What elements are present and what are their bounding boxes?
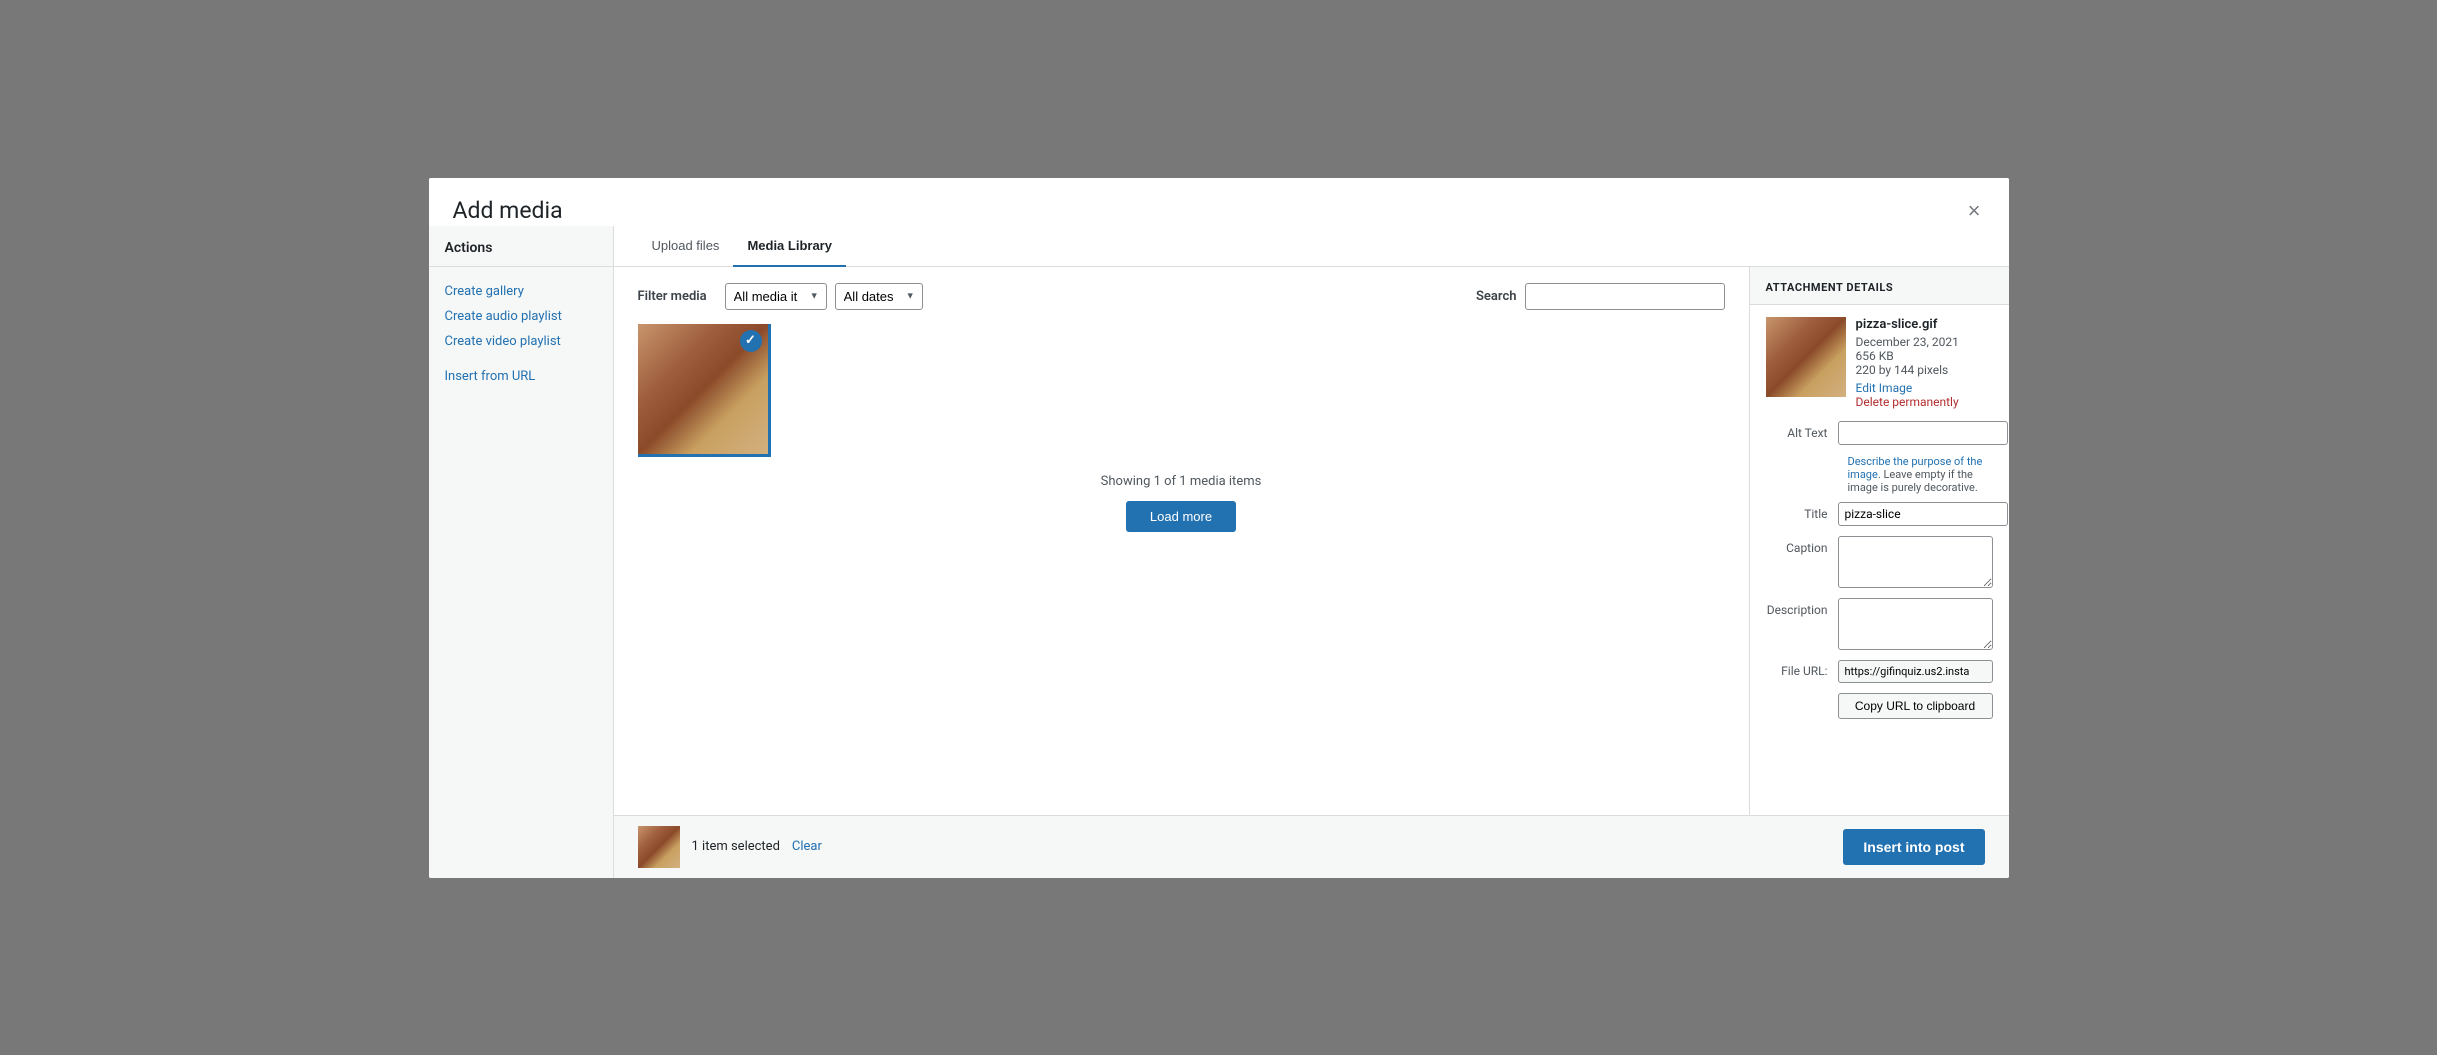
file-url-row: File URL: xyxy=(1750,660,2009,683)
media-thumb-item[interactable]: ✓ xyxy=(638,324,768,454)
filter-left: Filter media All media it All dates xyxy=(638,283,923,310)
clear-selection-link[interactable]: Clear xyxy=(792,839,822,854)
caption-row: Caption xyxy=(1766,536,1993,588)
attachment-details-header: ATTACHMENT DETAILS xyxy=(1750,267,2009,305)
edit-image-link[interactable]: Edit Image xyxy=(1856,381,1993,395)
file-url-label: File URL: xyxy=(1766,664,1838,678)
attachment-preview-row: pizza-slice.gif December 23, 2021 656 KB… xyxy=(1750,305,2009,421)
filter-label: Filter media xyxy=(638,289,707,304)
search-input[interactable] xyxy=(1525,283,1725,310)
sidebar-nav: Create gallery Create audio playlist Cre… xyxy=(429,267,613,401)
insert-into-post-button[interactable]: Insert into post xyxy=(1843,829,1984,865)
showing-label: Showing 1 of 1 media items xyxy=(638,474,1725,489)
close-button[interactable]: × xyxy=(1964,196,1985,226)
grid-thumbs: ✓ xyxy=(638,324,1725,454)
sidebar-actions-label: Actions xyxy=(429,226,613,267)
attachment-filename: pizza-slice.gif xyxy=(1856,317,1993,332)
alt-text-row: Alt Text xyxy=(1766,421,1993,445)
all-media-select[interactable]: All media it xyxy=(725,283,827,310)
attachment-fields: Alt Text Describe the purpose of the ima… xyxy=(1750,421,2009,660)
tab-upload-files[interactable]: Upload files xyxy=(638,226,734,267)
title-row: Title xyxy=(1766,502,1993,526)
attachment-dimensions: 220 by 144 pixels xyxy=(1856,363,1993,377)
tabs-bar: Upload files Media Library xyxy=(614,226,2009,267)
media-grid-area: Filter media All media it All dates xyxy=(614,267,1749,815)
all-dates-select[interactable]: All dates xyxy=(835,283,923,310)
selected-thumbnail-image xyxy=(638,826,680,868)
sidebar-item-create-video-playlist[interactable]: Create video playlist xyxy=(429,329,613,354)
attachment-thumbnail xyxy=(1766,317,1846,397)
attachment-size: 656 KB xyxy=(1856,349,1993,363)
selected-thumbnail xyxy=(638,826,680,868)
description-label: Description xyxy=(1766,598,1838,617)
attachment-info: pizza-slice.gif December 23, 2021 656 KB… xyxy=(1856,317,1993,409)
selected-info: 1 item selected Clear xyxy=(638,826,822,868)
modal-footer: 1 item selected Clear Insert into post xyxy=(614,815,2009,878)
load-more-button[interactable]: Load more xyxy=(1126,501,1236,532)
sidebar-item-create-gallery[interactable]: Create gallery xyxy=(429,279,613,304)
attachment-date: December 23, 2021 xyxy=(1856,335,1993,349)
tab-media-library[interactable]: Media Library xyxy=(733,226,846,267)
all-dates-select-wrap: All dates xyxy=(835,283,923,310)
sidebar-item-create-audio-playlist[interactable]: Create audio playlist xyxy=(429,304,613,329)
delete-permanently-link[interactable]: Delete permanently xyxy=(1856,395,1993,409)
search-label: Search xyxy=(1476,289,1517,304)
modal-body: Actions Create gallery Create audio play… xyxy=(429,226,2009,878)
alt-text-label: Alt Text xyxy=(1766,421,1838,440)
description-row: Description xyxy=(1766,598,1993,650)
media-grid: ✓ Showing 1 of 1 media items Load more xyxy=(638,324,1725,799)
title-input[interactable] xyxy=(1838,502,2008,526)
copy-url-button[interactable]: Copy URL to clipboard xyxy=(1838,693,1993,719)
sidebar: Actions Create gallery Create audio play… xyxy=(429,226,614,878)
all-media-select-wrap: All media it xyxy=(725,283,827,310)
modal-overlay: Add media × Actions Create gallery Creat… xyxy=(0,0,2437,1055)
alt-text-description: Describe the purpose of the image. Leave… xyxy=(1766,455,1993,494)
selected-count-label: 1 item selected xyxy=(692,839,780,854)
file-url-input[interactable] xyxy=(1838,660,1993,683)
main-area: Upload files Media Library Filter media xyxy=(614,226,2009,878)
sidebar-divider xyxy=(429,354,613,364)
caption-label: Caption xyxy=(1766,536,1838,555)
search-area: Search xyxy=(1476,283,1725,310)
modal-header: Add media × xyxy=(429,178,2009,226)
title-label: Title xyxy=(1766,502,1838,521)
attachment-thumbnail-image xyxy=(1766,317,1846,397)
thumb-check-icon: ✓ xyxy=(740,330,762,352)
attachment-panel: ATTACHMENT DETAILS pizza-slice.gif Decem… xyxy=(1749,267,2009,815)
modal-title: Add media xyxy=(453,197,563,224)
media-content: Filter media All media it All dates xyxy=(614,267,2009,815)
add-media-modal: Add media × Actions Create gallery Creat… xyxy=(429,178,2009,878)
filter-bar: Filter media All media it All dates xyxy=(638,283,1725,310)
caption-textarea[interactable] xyxy=(1838,536,1993,588)
sidebar-item-insert-from-url[interactable]: Insert from URL xyxy=(429,364,613,389)
description-textarea[interactable] xyxy=(1838,598,1993,650)
alt-text-input[interactable] xyxy=(1838,421,2008,445)
